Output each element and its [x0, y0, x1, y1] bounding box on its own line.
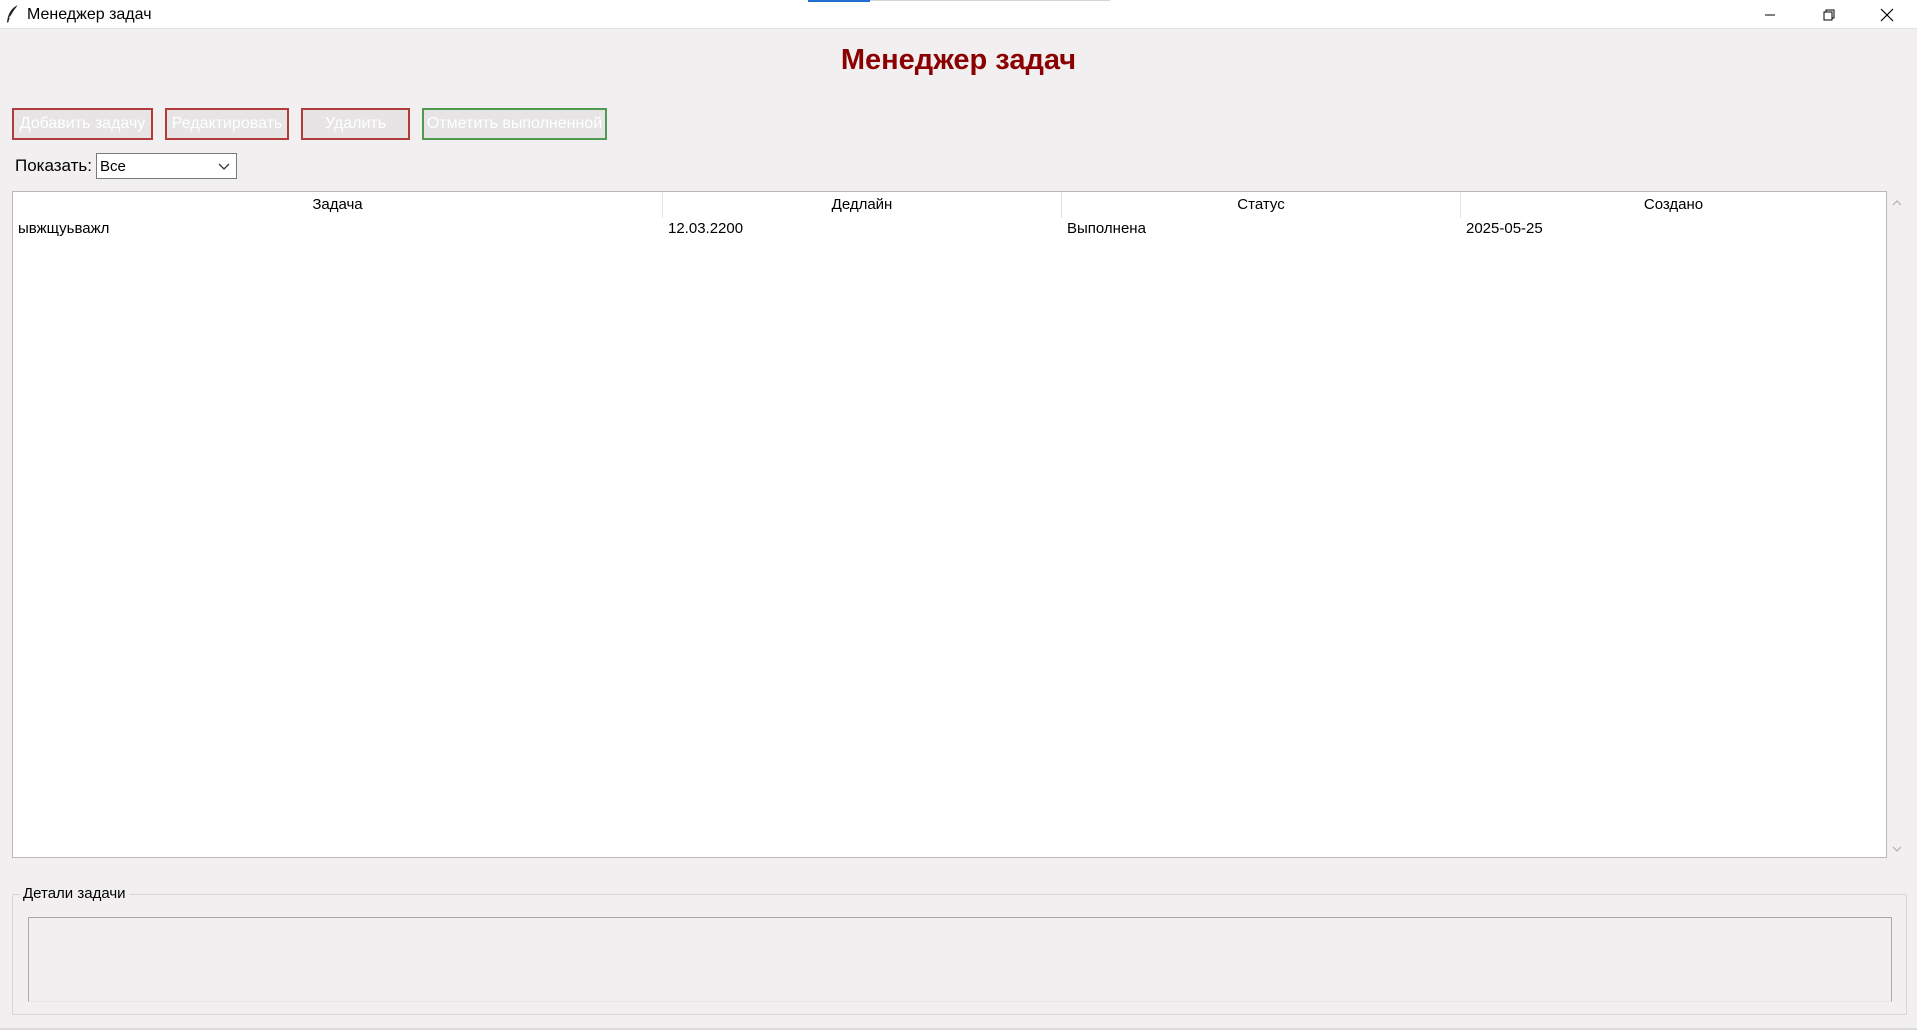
restore-button[interactable]	[1800, 0, 1858, 29]
cell-deadline: 12.03.2200	[668, 220, 744, 237]
cell-task: ывжщуьважл	[18, 220, 110, 237]
task-table[interactable]: Задача Дедлайн Статус Создано ывжщуьважл…	[12, 191, 1887, 858]
delete-task-button[interactable]: Удалить	[301, 108, 410, 140]
task-details-text[interactable]	[28, 917, 1892, 1002]
chevron-down-icon	[217, 160, 231, 177]
edit-task-button[interactable]: Редактировать	[165, 108, 289, 140]
mark-complete-button[interactable]: Отметить выполненной	[422, 108, 607, 140]
scroll-up-arrow[interactable]	[1890, 196, 1904, 214]
column-header-created[interactable]: Создано	[1461, 192, 1886, 218]
title-accent	[808, 0, 870, 2]
window-title: Менеджер задач	[27, 6, 152, 23]
filter-selected-value: Все	[100, 157, 126, 175]
close-icon	[1880, 8, 1894, 22]
filter-label: Показать:	[15, 156, 92, 175]
filter-select[interactable]: Все	[96, 153, 237, 179]
scroll-down-arrow[interactable]	[1890, 842, 1904, 860]
title-accent-line	[870, 0, 1110, 1]
column-header-deadline[interactable]: Дедлайн	[663, 192, 1062, 218]
feather-icon	[5, 4, 21, 24]
table-header: Задача Дедлайн Статус Создано	[13, 192, 1886, 218]
task-details-label: Детали задачи	[20, 885, 129, 902]
minimize-icon	[1764, 9, 1776, 21]
page-title: Менеджер задач	[840, 44, 1077, 76]
cell-created: 2025-05-25	[1466, 220, 1543, 237]
title-bar: Менеджер задач	[0, 0, 1917, 29]
app-window: Менеджер задач Менеджер задач Добавить з…	[0, 0, 1917, 1030]
close-button[interactable]	[1858, 0, 1916, 29]
column-header-status[interactable]: Статус	[1062, 192, 1461, 218]
column-header-task[interactable]: Задача	[13, 192, 663, 218]
restore-icon	[1823, 9, 1835, 21]
add-task-button[interactable]: Добавить задачу	[12, 108, 153, 140]
table-row[interactable]: ывжщуьважл 12.03.2200 Выполнена 2025-05-…	[13, 218, 1886, 240]
cell-status: Выполнена	[1067, 220, 1146, 237]
minimize-button[interactable]	[1741, 0, 1799, 29]
